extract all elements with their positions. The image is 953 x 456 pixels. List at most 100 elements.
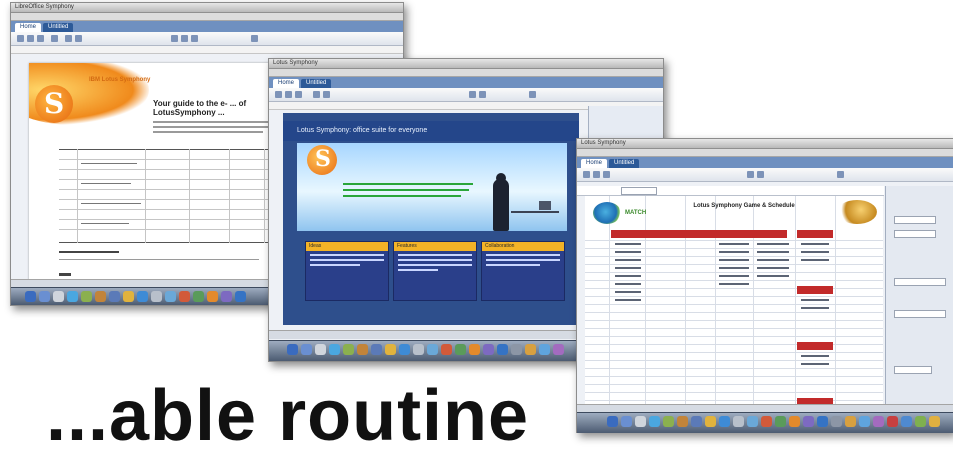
dock-app-icon[interactable] <box>705 416 716 427</box>
dock-app-icon[interactable] <box>385 344 396 355</box>
open-icon[interactable] <box>27 35 34 42</box>
tab-home[interactable]: Home <box>273 79 300 88</box>
dock-app-icon[interactable] <box>691 416 702 427</box>
save-icon[interactable] <box>37 35 44 42</box>
sort-icon[interactable] <box>757 171 764 178</box>
dock-app-icon[interactable] <box>207 291 218 302</box>
spreadsheet-grid[interactable]: MATCH Lotus Symphony Game & Schedule <box>585 196 883 420</box>
document-table[interactable] <box>59 149 291 243</box>
dock-app-icon[interactable] <box>789 416 800 427</box>
dock-app-icon[interactable] <box>357 344 368 355</box>
new-icon[interactable] <box>275 91 282 98</box>
dock-app-icon[interactable] <box>441 344 452 355</box>
dock-app-icon[interactable] <box>845 416 856 427</box>
save-icon[interactable] <box>295 91 302 98</box>
dock-app-icon[interactable] <box>497 344 508 355</box>
dock-app-icon[interactable] <box>95 291 106 302</box>
open-icon[interactable] <box>285 91 292 98</box>
dock-app-icon[interactable] <box>859 416 870 427</box>
dock-app-icon[interactable] <box>901 416 912 427</box>
chart-icon[interactable] <box>837 171 844 178</box>
dock-app-icon[interactable] <box>67 291 78 302</box>
dock-app-icon[interactable] <box>929 416 940 427</box>
tab-file[interactable]: Untitled <box>609 159 640 168</box>
dock-app-icon[interactable] <box>427 344 438 355</box>
dock-app-icon[interactable] <box>343 344 354 355</box>
slide-box-features[interactable]: Features <box>393 241 477 301</box>
dock-app-icon[interactable] <box>53 291 64 302</box>
dock-app-icon[interactable] <box>399 344 410 355</box>
dock-app-icon[interactable] <box>301 344 312 355</box>
cell-reference-box[interactable] <box>621 187 657 195</box>
dock-app-icon[interactable] <box>663 416 674 427</box>
dock-app-icon[interactable] <box>525 344 536 355</box>
tab-file[interactable]: Untitled <box>301 79 332 88</box>
dock-app-icon[interactable] <box>607 416 618 427</box>
panel-field[interactable] <box>894 366 932 374</box>
sum-icon[interactable] <box>747 171 754 178</box>
document-page[interactable]: S IBM Lotus Symphony Your guide to the e… <box>29 63 291 285</box>
dock-app-icon[interactable] <box>677 416 688 427</box>
bullets-icon[interactable] <box>529 91 536 98</box>
dock-app-icon[interactable] <box>719 416 730 427</box>
spreadsheet-window[interactable]: Lotus Symphony Home Untitled MATCH Lotus… <box>576 138 953 433</box>
undo-icon[interactable] <box>65 35 72 42</box>
dock-app-icon[interactable] <box>803 416 814 427</box>
slide-canvas[interactable]: Lotus Symphony: office suite for everyon… <box>283 113 579 325</box>
dock-app-icon[interactable] <box>817 416 828 427</box>
formula-bar[interactable] <box>577 186 884 196</box>
underline-icon[interactable] <box>191 35 198 42</box>
tab-file[interactable]: Untitled <box>43 23 74 32</box>
dock-app-icon[interactable] <box>413 344 424 355</box>
presentation-menubar[interactable] <box>269 69 663 77</box>
dock-app-icon[interactable] <box>553 344 564 355</box>
redo-icon[interactable] <box>323 91 330 98</box>
panel-field[interactable] <box>894 278 946 286</box>
dock-app-icon[interactable] <box>287 344 298 355</box>
dock-app-icon[interactable] <box>539 344 550 355</box>
new-icon[interactable] <box>583 171 590 178</box>
bold-icon[interactable] <box>171 35 178 42</box>
dock-app-icon[interactable] <box>747 416 758 427</box>
dock-app-icon[interactable] <box>649 416 660 427</box>
dock-app-icon[interactable] <box>179 291 190 302</box>
slide-box-collaboration[interactable]: Collaboration <box>481 241 565 301</box>
dock-app-icon[interactable] <box>831 416 842 427</box>
dock-app-icon[interactable] <box>511 344 522 355</box>
tab-home[interactable]: Home <box>15 23 42 32</box>
dock-app-icon[interactable] <box>193 291 204 302</box>
dock-app-icon[interactable] <box>873 416 884 427</box>
dock-app-icon[interactable] <box>109 291 120 302</box>
undo-icon[interactable] <box>313 91 320 98</box>
save-icon[interactable] <box>603 171 610 178</box>
italic-icon[interactable] <box>181 35 188 42</box>
dock-app-icon[interactable] <box>137 291 148 302</box>
dock-app-icon[interactable] <box>635 416 646 427</box>
dock-app-icon[interactable] <box>915 416 926 427</box>
slide-box-ideas[interactable]: Ideas <box>305 241 389 301</box>
dock-app-icon[interactable] <box>81 291 92 302</box>
bold-icon[interactable] <box>469 91 476 98</box>
dock-app-icon[interactable] <box>455 344 466 355</box>
dock-app-icon[interactable] <box>235 291 246 302</box>
dock-app-icon[interactable] <box>151 291 162 302</box>
dock-app-icon[interactable] <box>733 416 744 427</box>
dock-app-icon[interactable] <box>775 416 786 427</box>
print-icon[interactable] <box>51 35 58 42</box>
panel-field[interactable] <box>894 216 936 224</box>
dock-app-icon[interactable] <box>621 416 632 427</box>
dock-app-icon[interactable] <box>165 291 176 302</box>
dock-app-icon[interactable] <box>761 416 772 427</box>
panel-field[interactable] <box>894 310 946 318</box>
new-icon[interactable] <box>17 35 24 42</box>
redo-icon[interactable] <box>75 35 82 42</box>
dock-app-icon[interactable] <box>371 344 382 355</box>
open-icon[interactable] <box>593 171 600 178</box>
document-menubar[interactable] <box>11 13 403 21</box>
dock-app-icon[interactable] <box>887 416 898 427</box>
dock-app-icon[interactable] <box>469 344 480 355</box>
tab-home[interactable]: Home <box>581 159 608 168</box>
dock-app-icon[interactable] <box>39 291 50 302</box>
spreadsheet-side-panel[interactable] <box>885 186 953 426</box>
italic-icon[interactable] <box>479 91 486 98</box>
